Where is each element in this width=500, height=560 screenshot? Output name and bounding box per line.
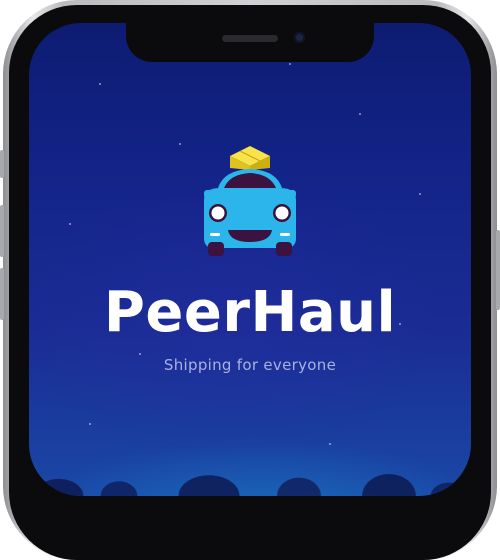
volume-up-button: [0, 205, 4, 257]
car-with-package-icon: [204, 146, 296, 256]
tree-silhouette: [29, 438, 471, 496]
app-tagline: Shipping for everyone: [163, 356, 337, 374]
phone-notch: [126, 16, 374, 62]
app-title: PeerHaul: [103, 280, 397, 345]
front-camera: [294, 32, 305, 43]
speaker-grille: [222, 35, 278, 42]
side-button: [0, 150, 4, 178]
